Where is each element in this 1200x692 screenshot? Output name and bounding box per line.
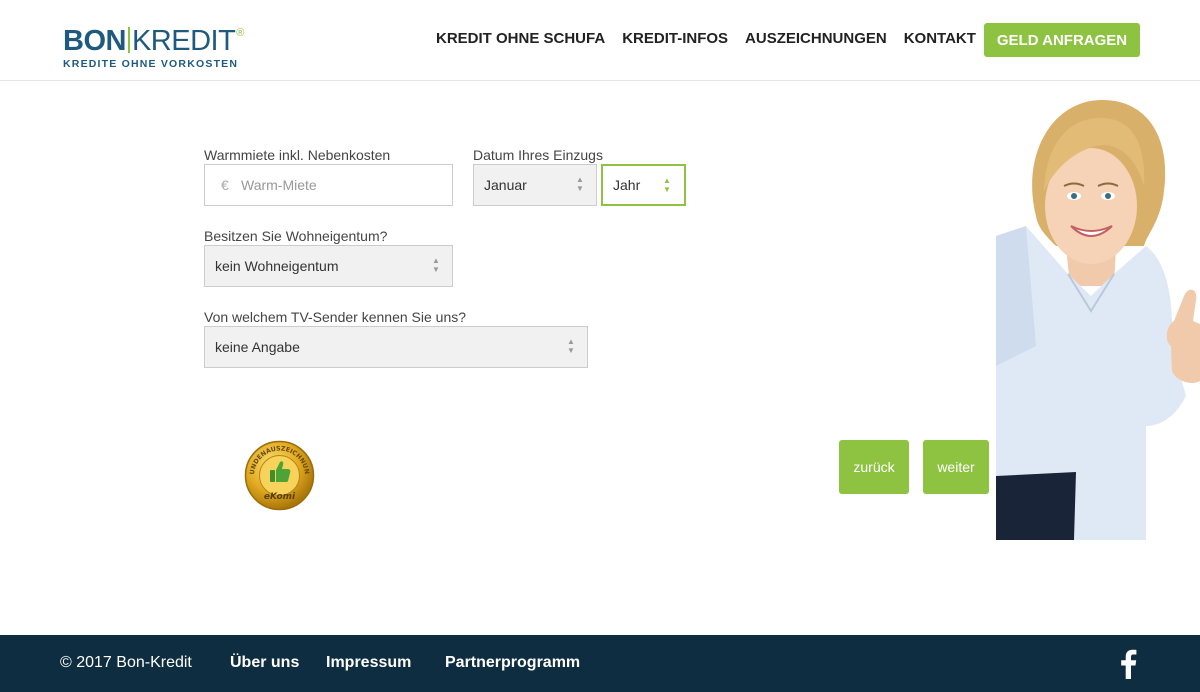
nav-item-auszeichnungen[interactable]: AUSZEICHNUNGEN [745, 30, 887, 47]
main-nav: KREDIT OHNE SCHUFA KREDIT-INFOS AUSZEICH… [436, 30, 993, 47]
woman-thumbs-up-image [996, 99, 1200, 540]
facebook-icon[interactable] [1118, 649, 1138, 679]
logo-tagline: KREDITE OHNE VORKOSTEN [63, 58, 239, 70]
weiter-button[interactable]: weiter [923, 440, 989, 494]
footer-link-ueber-uns[interactable]: Über uns [230, 654, 299, 672]
eigentum-select[interactable]: kein Wohneigentum ▲ ▼ [204, 245, 453, 287]
nav-item-kredit-infos[interactable]: KREDIT-INFOS [622, 30, 728, 47]
select-arrows-icon: ▲ ▼ [663, 176, 671, 194]
site-header: BON KREDIT® KREDITE OHNE VORKOSTEN KREDIT… [0, 0, 1200, 81]
nav-item-kredit-ohne-schufa[interactable]: KREDIT OHNE SCHUFA [436, 30, 605, 47]
nav-item-kontakt[interactable]: KONTAKT [904, 30, 976, 47]
einzug-year-select[interactable]: Jahr ▲ ▼ [601, 164, 686, 206]
select-arrows-icon: ▲ ▼ [567, 337, 575, 355]
warmmiete-label: Warmmiete inkl. Nebenkosten [204, 147, 391, 163]
select-arrows-icon: ▲ ▼ [576, 175, 584, 193]
zurueck-button[interactable]: zurück [839, 440, 909, 494]
logo-wordmark: BON KREDIT® [63, 18, 253, 56]
geld-anfragen-button[interactable]: GELD ANFRAGEN [984, 23, 1140, 57]
footer-copyright: © 2017 Bon-Kredit [60, 654, 192, 671]
ekomi-badge[interactable]: KUNDENAUSZEICHNUNG eKomi [244, 440, 315, 511]
tv-select[interactable]: keine Angabe ▲ ▼ [204, 326, 588, 368]
einzug-month-select[interactable]: Januar ▲ ▼ [473, 164, 597, 206]
select-arrows-icon: ▲ ▼ [432, 256, 440, 274]
footer-link-partnerprogramm[interactable]: Partnerprogramm [445, 654, 580, 672]
logo-kredit: KREDIT [131, 25, 236, 57]
logo-bon: BON [63, 25, 126, 57]
badge-bottom-text: eKomi [264, 492, 296, 502]
tv-value: keine Angabe [215, 339, 300, 355]
einzug-label: Datum Ihres Einzugs [473, 147, 603, 163]
footer-link-impressum[interactable]: Impressum [326, 654, 411, 672]
einzug-year-value: Jahr [613, 177, 641, 193]
site-footer: © 2017 Bon-Kredit Über uns Impressum Par… [0, 635, 1200, 692]
warmmiete-placeholder: Warm-Miete [241, 177, 317, 193]
tv-label: Von welchem TV-Sender kennen Sie uns? [204, 309, 467, 325]
logo-registered: ® [236, 27, 244, 39]
logo-separator [127, 27, 130, 53]
eigentum-label: Besitzen Sie Wohneigentum? [204, 228, 388, 244]
einzug-month-value: Januar [484, 177, 527, 193]
eigentum-value: kein Wohneigentum [215, 258, 339, 274]
logo[interactable]: BON KREDIT® KREDITE OHNE VORKOSTEN [63, 18, 253, 70]
warmmiete-input[interactable]: € Warm-Miete [204, 164, 453, 206]
euro-icon: € [221, 177, 229, 193]
